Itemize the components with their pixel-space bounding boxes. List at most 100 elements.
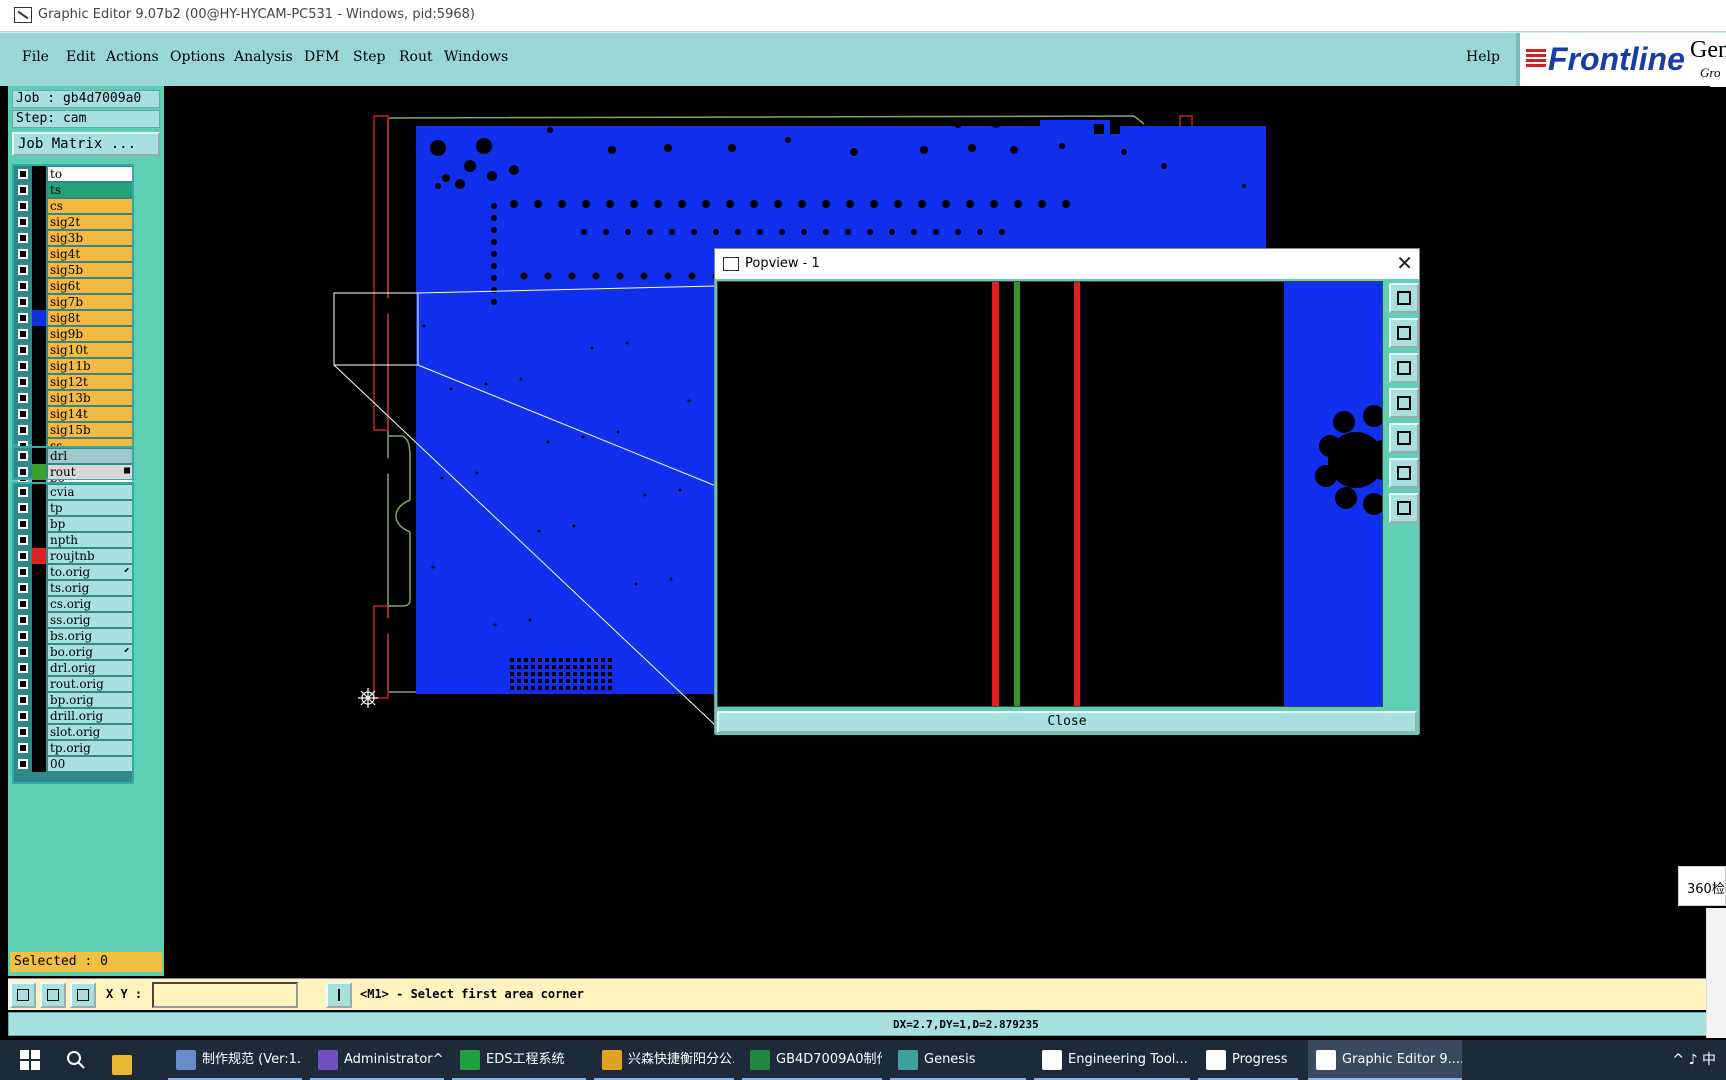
layer-checkbox[interactable] (18, 265, 28, 275)
layer-row-to-orig[interactable]: to.orig ⬋ (14, 564, 132, 580)
layer-row-sig9b[interactable]: sig9b (14, 326, 132, 342)
notification-popup[interactable]: 360检测 (1678, 866, 1726, 906)
layer-color-swatch[interactable] (32, 310, 46, 326)
layer-row-sig11b[interactable]: sig11b (14, 358, 132, 374)
menu-options[interactable]: Options (170, 49, 225, 65)
layer-color-swatch[interactable] (32, 484, 46, 500)
layer-checkbox[interactable] (18, 615, 28, 625)
pan-right-icon[interactable] (1389, 423, 1419, 453)
layer-checkbox[interactable] (18, 393, 28, 403)
layer-row-sig2t[interactable]: sig2t (14, 214, 132, 230)
layer-name[interactable]: cvia (48, 485, 132, 499)
layer-name[interactable]: npth (48, 533, 132, 547)
zoom-in-icon[interactable] (1389, 493, 1419, 523)
menu-analysis[interactable]: Analysis (234, 49, 293, 65)
layer-checkbox[interactable] (18, 281, 28, 291)
layer-row-ts-orig[interactable]: ts.orig (14, 580, 132, 596)
layer-row-00[interactable]: 00 (14, 756, 132, 772)
layer-checkbox[interactable] (18, 711, 28, 721)
layer-color-swatch[interactable] (32, 390, 46, 406)
layer-color-swatch[interactable] (32, 406, 46, 422)
taskbar-item[interactable]: Graphic Editor 9.... (1308, 1040, 1462, 1080)
layer-color-swatch[interactable] (32, 756, 46, 772)
layer-checkbox[interactable] (18, 535, 28, 545)
layer-checkbox[interactable] (18, 599, 28, 609)
layer-row-roujtnb[interactable]: roujtnb (14, 548, 132, 564)
taskbar-item[interactable]: Administrator^ -... (310, 1040, 444, 1080)
layer-row-sig13b[interactable]: sig13b (14, 390, 132, 406)
layer-row-rout[interactable]: rout ■ (14, 464, 132, 480)
layer-checkbox[interactable] (18, 377, 28, 387)
layer-row-bs-orig[interactable]: bs.orig (14, 628, 132, 644)
zoom-out-icon[interactable] (1389, 458, 1419, 488)
layer-checkbox[interactable] (18, 345, 28, 355)
layer-checkbox[interactable] (18, 519, 28, 529)
pan-left-icon[interactable] (1389, 388, 1419, 418)
layer-row-npth[interactable]: npth (14, 532, 132, 548)
layer-name[interactable]: ss.orig (48, 613, 132, 627)
pan-up-icon[interactable] (1389, 318, 1419, 348)
file-explorer-button[interactable] (112, 1040, 142, 1080)
layer-name[interactable]: 00 (48, 757, 132, 771)
layer-name[interactable]: sig10t (48, 343, 132, 357)
layer-checkbox[interactable] (18, 409, 28, 419)
layer-checkbox[interactable] (18, 583, 28, 593)
layer-row-sig3b[interactable]: sig3b (14, 230, 132, 246)
layer-checkbox[interactable] (18, 727, 28, 737)
layer-name[interactable]: tp (48, 501, 132, 515)
menu-rout[interactable]: Rout (399, 49, 433, 65)
layer-name[interactable]: sig5b (48, 263, 132, 277)
menu-help[interactable]: Help (1466, 49, 1500, 65)
layer-checkbox[interactable] (18, 631, 28, 641)
layer-row-sig6t[interactable]: sig6t (14, 278, 132, 294)
layer-color-swatch[interactable] (32, 342, 46, 358)
layer-color-swatch[interactable] (32, 294, 46, 310)
close-icon[interactable]: ✕ (1396, 251, 1413, 275)
layer-checkbox[interactable] (18, 467, 28, 477)
layer-row-to[interactable]: to (14, 166, 132, 182)
layer-checkbox[interactable] (18, 425, 28, 435)
layer-name[interactable]: drill.orig (48, 709, 132, 723)
layer-checkbox[interactable] (18, 487, 28, 497)
layer-checkbox[interactable] (18, 169, 28, 179)
layer-name[interactable]: ts.orig (48, 581, 132, 595)
layer-color-swatch[interactable] (32, 548, 46, 564)
taskbar-item[interactable]: Progress (1198, 1040, 1298, 1080)
layer-color-swatch[interactable] (32, 448, 46, 464)
layer-checkbox[interactable] (18, 249, 28, 259)
layer-row-sig12t[interactable]: sig12t (14, 374, 132, 390)
layer-checkbox[interactable] (18, 647, 28, 657)
layer-name[interactable]: cs.orig (48, 597, 132, 611)
pan-down-icon[interactable] (1389, 353, 1419, 383)
popview-close-button[interactable]: Close (717, 711, 1417, 733)
layer-row-rout-orig[interactable]: rout.orig (14, 676, 132, 692)
menu-actions[interactable]: Actions (106, 49, 159, 65)
layer-name[interactable]: sig13b (48, 391, 132, 405)
layer-row-drl[interactable]: drl (14, 448, 132, 464)
layer-row-sig15b[interactable]: sig15b (14, 422, 132, 438)
taskbar-item[interactable]: 兴森快捷衡阳分公... (594, 1040, 734, 1080)
layer-row-sig8t[interactable]: sig8t (14, 310, 132, 326)
layer-name[interactable]: to (48, 167, 132, 181)
search-button[interactable] (60, 1040, 96, 1080)
layer-checkbox[interactable] (18, 217, 28, 227)
layer-color-swatch[interactable] (32, 708, 46, 724)
layer-row-sig4t[interactable]: sig4t (14, 246, 132, 262)
layer-color-swatch[interactable] (32, 374, 46, 390)
layer-color-swatch[interactable] (32, 740, 46, 756)
layer-row-cvia[interactable]: cvia (14, 484, 132, 500)
layer-checkbox[interactable] (18, 451, 28, 461)
layer-color-swatch[interactable] (32, 464, 46, 480)
xy-input[interactable] (152, 982, 298, 1008)
menu-edit[interactable]: Edit (66, 49, 95, 65)
menu-dfm[interactable]: DFM (304, 49, 339, 65)
layer-checkbox[interactable] (18, 313, 28, 323)
layer-color-swatch[interactable] (32, 676, 46, 692)
layer-color-swatch[interactable] (32, 182, 46, 198)
layer-name[interactable]: rout (48, 465, 132, 479)
layer-checkbox[interactable] (18, 361, 28, 371)
layer-name[interactable]: bo.orig (48, 645, 132, 659)
layer-name[interactable]: sig15b (48, 423, 132, 437)
layer-color-swatch[interactable] (32, 596, 46, 612)
layer-checkbox[interactable] (18, 679, 28, 689)
